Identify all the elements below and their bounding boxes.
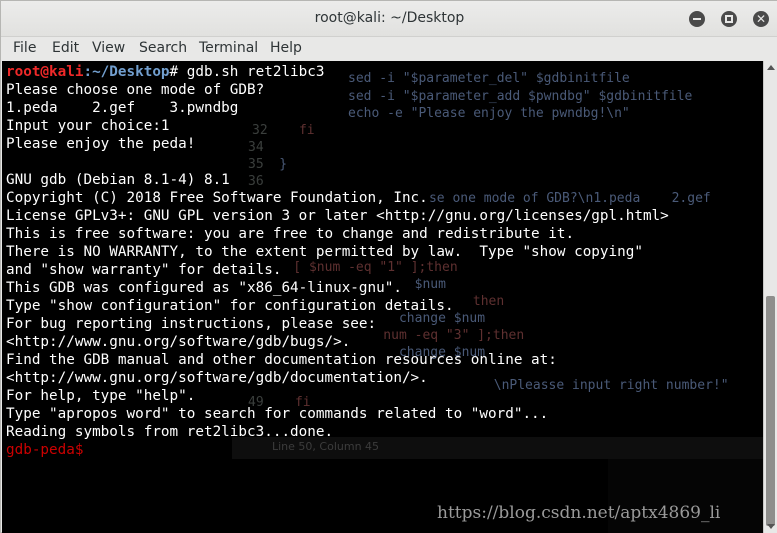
menu-view[interactable]: View: [92, 40, 125, 56]
ghost-line: sed -i "$parameter_add $pwndbg" $gdbinit…: [348, 89, 693, 104]
menu-file[interactable]: File: [13, 40, 36, 56]
output-line: For help, type "help".: [6, 388, 196, 404]
menu-terminal[interactable]: Terminal: [199, 40, 258, 56]
menu-edit[interactable]: Edit: [52, 40, 79, 56]
output-line: There is NO WARRANTY, to the extent perm…: [6, 244, 643, 260]
output-line: <http://www.gnu.org/software/gdb/documen…: [6, 370, 428, 386]
scroll-up-icon[interactable]: [767, 65, 775, 70]
terminal-output[interactable]: sed -i "$parameter_del" $gdbinitfile sed…: [2, 61, 763, 533]
terminal-window: root@kali: ~/Desktop ✕ File Edit View Se…: [0, 0, 777, 533]
output-line: Find the GDB manual and other documentat…: [6, 352, 557, 368]
menu-bar: File Edit View Search Terminal Help: [1, 37, 777, 61]
output-line: 1.peda 2.gef 3.pwndbg: [6, 100, 239, 116]
command-prompt-line: root@kali:~/Desktop# gdb.sh ret2libc3: [6, 64, 325, 80]
watermark: https://blog.csdn.net/aptx4869_li: [437, 503, 721, 523]
close-icon: ✕: [755, 12, 767, 26]
vertical-scrollbar[interactable]: [763, 61, 777, 533]
output-line: Reading symbols from ret2libc3...done.: [6, 424, 334, 440]
output-line: Type "apropos word" to search for comman…: [6, 406, 549, 422]
output-line: For bug reporting instructions, please s…: [6, 316, 377, 332]
output-line: Please choose one mode of GDB?: [6, 82, 265, 98]
ghost-line: 36: [248, 174, 264, 189]
close-button[interactable]: ✕: [753, 11, 769, 27]
output-line: This is free software: you are free to c…: [6, 226, 575, 242]
output-line: <http://www.gnu.org/software/gdb/bugs/>.: [6, 334, 351, 350]
ghost-line: 35 }: [248, 157, 288, 172]
output-line: Please enjoy the peda!: [6, 136, 196, 152]
output-line: This GDB was configured as "x86_64-linux…: [6, 280, 402, 296]
output-line: GNU gdb (Debian 8.1-4) 8.1: [6, 172, 230, 188]
scrollbar-thumb[interactable]: [766, 296, 775, 526]
ghost-line: sed -i "$parameter_del" $gdbinitfile: [348, 71, 630, 86]
minimize-button[interactable]: [689, 11, 705, 27]
output-line: and "show warranty" for details.: [6, 262, 282, 278]
scroll-down-icon[interactable]: [767, 524, 775, 529]
menu-help[interactable]: Help: [270, 40, 302, 56]
output-line: Copyright (C) 2018 Free Software Foundat…: [6, 190, 428, 206]
ghost-line: 34: [248, 140, 264, 155]
title-bar[interactable]: root@kali: ~/Desktop ✕: [1, 1, 777, 37]
minimize-icon: [693, 18, 701, 20]
maximize-icon: [725, 15, 733, 23]
output-line: License GPLv3+: GNU GPL version 3 or lat…: [6, 208, 669, 224]
ghost-line: echo -e "Please enjoy the pwndbg!\n": [348, 106, 630, 121]
gdb-prompt-line[interactable]: gdb-peda$: [6, 441, 83, 459]
maximize-button[interactable]: [721, 11, 737, 27]
output-line: Input your choice:1: [6, 118, 170, 134]
ghost-line: [ $num -eq "1" ];then: [262, 260, 458, 275]
output-line: Type "show configuration" for configurat…: [6, 298, 454, 314]
ghost-line: 32 fi: [252, 123, 315, 138]
ghost-line: num -eq "3" ];then: [352, 328, 525, 343]
window-title: root@kali: ~/Desktop: [314, 10, 465, 26]
gdb-prompt: gdb-peda$: [6, 442, 84, 458]
ghost-line: se one mode of GDB?\n1.peda 2.gef: [382, 191, 711, 206]
ghost-line: \nPleasse input right number!": [392, 378, 729, 393]
menu-search[interactable]: Search: [139, 40, 187, 56]
